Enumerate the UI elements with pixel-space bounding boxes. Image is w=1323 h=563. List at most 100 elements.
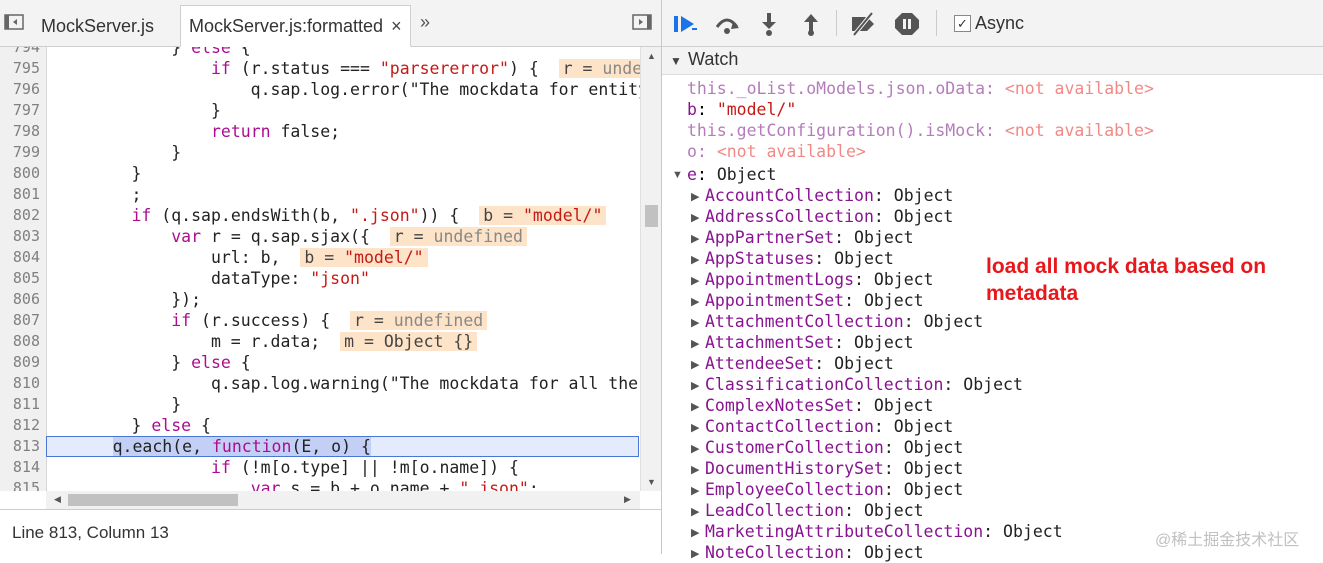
close-icon[interactable]: × bbox=[391, 16, 402, 36]
watch-expression[interactable]: e: Object bbox=[687, 164, 776, 185]
code-line: if (r.status === "parsererror") { r = un… bbox=[52, 58, 647, 79]
object-property[interactable]: LeadCollection: Object bbox=[705, 500, 924, 521]
object-property[interactable]: ClassificationCollection: Object bbox=[705, 374, 1023, 395]
property-name: CustomerCollection bbox=[705, 438, 884, 457]
tab-mockserver-formatted[interactable]: MockServer.js:formatted × bbox=[180, 5, 411, 47]
resume-icon[interactable] bbox=[672, 12, 698, 36]
object-property[interactable]: CustomerCollection: Object bbox=[705, 437, 963, 458]
object-property[interactable]: AppStatuses: Object bbox=[705, 248, 894, 269]
expand-triangle-icon[interactable]: ▶ bbox=[691, 274, 699, 287]
expand-triangle-icon[interactable]: ▶ bbox=[691, 316, 699, 329]
object-property[interactable]: AppointmentLogs: Object bbox=[705, 269, 934, 290]
scroll-thumb[interactable] bbox=[645, 205, 658, 227]
line-number[interactable]: 810 bbox=[0, 373, 40, 394]
watch-section-header[interactable]: ▼ Watch bbox=[662, 47, 1323, 75]
scroll-thumb[interactable] bbox=[68, 494, 238, 506]
step-out-icon[interactable] bbox=[798, 12, 824, 36]
deactivate-breakpoints-icon[interactable] bbox=[850, 12, 876, 36]
object-property[interactable]: ContactCollection: Object bbox=[705, 416, 953, 437]
object-property[interactable]: MarketingAttributeCollection: Object bbox=[705, 521, 1063, 542]
expand-triangle-icon[interactable]: ▶ bbox=[691, 484, 699, 497]
line-number[interactable]: 801 bbox=[0, 184, 40, 205]
line-number[interactable]: 811 bbox=[0, 394, 40, 415]
line-number[interactable]: 809 bbox=[0, 352, 40, 373]
expand-triangle-icon[interactable]: ▶ bbox=[691, 211, 699, 224]
scroll-right-icon[interactable]: ▶ bbox=[624, 494, 631, 505]
line-number[interactable]: 798 bbox=[0, 121, 40, 142]
property-name: ClassificationCollection bbox=[705, 375, 944, 394]
object-property[interactable]: ComplexNotesSet: Object bbox=[705, 395, 934, 416]
object-property[interactable]: AttachmentSet: Object bbox=[705, 332, 914, 353]
object-property[interactable]: AppPartnerSet: Object bbox=[705, 227, 914, 248]
expand-triangle-icon[interactable]: ▶ bbox=[691, 421, 699, 434]
scroll-up-icon[interactable]: ▲ bbox=[647, 51, 656, 61]
object-property[interactable]: AppointmentSet: Object bbox=[705, 290, 924, 311]
line-number[interactable]: 795 bbox=[0, 58, 40, 79]
object-property[interactable]: AddressCollection: Object bbox=[705, 206, 953, 227]
object-property[interactable]: AttachmentCollection: Object bbox=[705, 311, 983, 332]
code-line: } else { bbox=[52, 47, 251, 57]
object-property[interactable]: AttendeeSet: Object bbox=[705, 353, 894, 374]
watch-title: Watch bbox=[688, 49, 739, 69]
line-number[interactable]: 808 bbox=[0, 331, 40, 352]
step-into-icon[interactable] bbox=[756, 12, 782, 36]
line-number[interactable]: 814 bbox=[0, 457, 40, 478]
line-number[interactable]: 815 bbox=[0, 478, 40, 491]
expand-triangle-icon[interactable]: ▶ bbox=[691, 358, 699, 371]
more-tabs-icon[interactable]: » bbox=[420, 12, 430, 33]
vertical-scrollbar[interactable]: ▲ ▼ bbox=[640, 47, 662, 491]
line-number[interactable]: 813 bbox=[0, 436, 40, 457]
line-number[interactable]: 799 bbox=[0, 142, 40, 163]
toggle-navigator-icon[interactable] bbox=[4, 13, 24, 31]
property-value: Object bbox=[873, 270, 934, 289]
line-number[interactable]: 806 bbox=[0, 289, 40, 310]
code-line: } else { bbox=[52, 353, 251, 372]
collapse-triangle-icon[interactable]: ▼ bbox=[670, 54, 682, 68]
line-number-gutter[interactable]: 794 795 796 797 798 799 800 801 802 803 804 805 806 8… bbox=[0, 47, 47, 491]
watch-expression[interactable]: b: "model/" bbox=[687, 99, 796, 120]
expand-triangle-icon[interactable]: ▶ bbox=[691, 400, 699, 413]
watch-expression[interactable]: this._oList.oModels.json.oData: <not ava… bbox=[687, 78, 1154, 99]
scroll-down-icon[interactable]: ▼ bbox=[647, 477, 656, 487]
expand-triangle-icon[interactable]: ▶ bbox=[691, 295, 699, 308]
line-number[interactable]: 796 bbox=[0, 79, 40, 100]
expand-triangle-icon[interactable]: ▶ bbox=[691, 505, 699, 518]
step-over-icon[interactable] bbox=[714, 12, 740, 36]
property-value: Object bbox=[903, 459, 964, 478]
code-line: }); bbox=[52, 290, 202, 309]
object-property[interactable]: DocumentHistorySet: Object bbox=[705, 458, 963, 479]
property-name: AppointmentLogs bbox=[705, 270, 855, 289]
watermark: @稀土掘金技术社区 bbox=[1155, 532, 1300, 549]
expand-triangle-icon[interactable]: ▶ bbox=[691, 526, 699, 539]
tab-mockserver-js[interactable]: MockServer.js bbox=[33, 6, 162, 46]
line-number[interactable]: 805 bbox=[0, 268, 40, 289]
object-property[interactable]: EmployeeCollection: Object bbox=[705, 479, 963, 500]
line-number[interactable]: 802 bbox=[0, 205, 40, 226]
code-editor[interactable]: 794 795 796 797 798 799 800 801 802 803 804 805 806 8… bbox=[0, 47, 661, 491]
expand-triangle-icon[interactable]: ▶ bbox=[691, 463, 699, 476]
expand-triangle-icon[interactable]: ▶ bbox=[691, 442, 699, 455]
toggle-debugger-icon[interactable] bbox=[632, 13, 652, 31]
object-property[interactable]: NoteCollection: Object bbox=[705, 542, 924, 563]
expand-triangle-icon[interactable]: ▶ bbox=[691, 379, 699, 392]
line-number[interactable]: 807 bbox=[0, 310, 40, 331]
scroll-left-icon[interactable]: ◀ bbox=[54, 494, 61, 505]
async-checkbox[interactable]: ✓ bbox=[954, 15, 971, 32]
expand-triangle-down-icon[interactable]: ▼ bbox=[672, 169, 683, 181]
line-number[interactable]: 797 bbox=[0, 100, 40, 121]
expand-triangle-icon[interactable]: ▶ bbox=[691, 337, 699, 350]
object-property[interactable]: AccountCollection: Object bbox=[705, 185, 953, 206]
watch-expression[interactable]: o: <not available> bbox=[687, 141, 866, 162]
line-number[interactable]: 803 bbox=[0, 226, 40, 247]
expand-triangle-icon[interactable]: ▶ bbox=[691, 232, 699, 245]
watch-expression[interactable]: this.getConfiguration().isMock: <not ava… bbox=[687, 120, 1154, 141]
expand-triangle-icon[interactable]: ▶ bbox=[691, 190, 699, 203]
line-number[interactable]: 812 bbox=[0, 415, 40, 436]
horizontal-scrollbar[interactable]: ◀ ▶ bbox=[46, 491, 640, 509]
line-number[interactable]: 804 bbox=[0, 247, 40, 268]
pause-on-exceptions-icon[interactable] bbox=[894, 12, 920, 36]
line-number[interactable]: 794 bbox=[0, 47, 40, 58]
property-name: AppPartnerSet bbox=[705, 228, 835, 247]
expand-triangle-icon[interactable]: ▶ bbox=[691, 253, 699, 266]
line-number[interactable]: 800 bbox=[0, 163, 40, 184]
